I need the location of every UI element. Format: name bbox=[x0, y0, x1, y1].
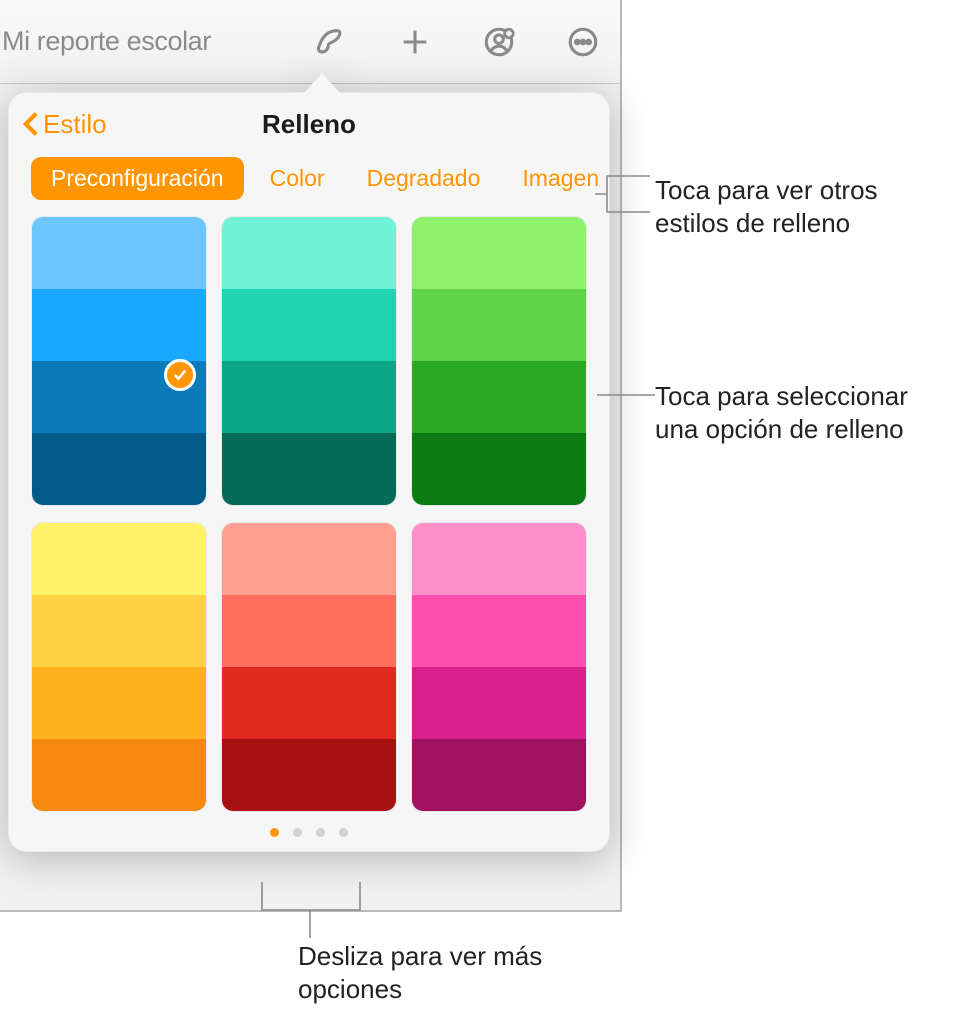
color-preset-card[interactable] bbox=[411, 216, 587, 506]
selected-check-icon bbox=[164, 359, 196, 391]
color-swatch[interactable] bbox=[32, 667, 206, 739]
format-brush-icon[interactable] bbox=[314, 25, 348, 59]
color-swatch[interactable] bbox=[222, 217, 396, 289]
color-swatch[interactable] bbox=[32, 523, 206, 595]
color-preset-card[interactable] bbox=[221, 216, 397, 506]
color-swatch[interactable] bbox=[222, 289, 396, 361]
color-swatch[interactable] bbox=[412, 289, 586, 361]
color-swatch[interactable] bbox=[412, 667, 586, 739]
page-dot[interactable] bbox=[270, 828, 279, 837]
tab-preset[interactable]: Preconfiguración bbox=[31, 157, 244, 200]
color-swatch[interactable] bbox=[222, 523, 396, 595]
color-swatch[interactable] bbox=[32, 217, 206, 289]
fill-popover: Estilo Relleno Preconfiguración Color De… bbox=[8, 92, 610, 852]
more-icon[interactable] bbox=[566, 25, 600, 59]
color-swatch[interactable] bbox=[32, 289, 206, 361]
page-indicator[interactable] bbox=[9, 828, 609, 837]
color-swatch[interactable] bbox=[412, 217, 586, 289]
color-swatch[interactable] bbox=[412, 739, 586, 811]
color-swatch[interactable] bbox=[222, 361, 396, 433]
color-swatch[interactable] bbox=[32, 595, 206, 667]
popover-arrow bbox=[304, 73, 340, 93]
callout-swatch: Toca para seleccionar una opción de rell… bbox=[655, 380, 955, 447]
color-swatch[interactable] bbox=[222, 433, 396, 505]
fill-type-tabs: Preconfiguración Color Degradado Imagen bbox=[9, 155, 609, 216]
app-toolbar: Mi reporte escolar bbox=[0, 0, 620, 84]
color-preset-card[interactable] bbox=[31, 216, 207, 506]
add-icon[interactable] bbox=[398, 25, 432, 59]
callout-tabs: Toca para ver otros estilos de relleno bbox=[655, 174, 945, 241]
color-swatch[interactable] bbox=[222, 739, 396, 811]
color-swatch[interactable] bbox=[32, 433, 206, 505]
page-dot[interactable] bbox=[339, 828, 348, 837]
tab-color[interactable]: Color bbox=[254, 157, 341, 200]
callout-swipe: Desliza para ver más opciones bbox=[298, 940, 578, 1007]
color-swatch[interactable] bbox=[412, 433, 586, 505]
color-swatch[interactable] bbox=[222, 667, 396, 739]
page-dot[interactable] bbox=[293, 828, 302, 837]
color-preset-card[interactable] bbox=[31, 522, 207, 812]
popover-title: Relleno bbox=[9, 109, 609, 140]
color-swatch[interactable] bbox=[412, 595, 586, 667]
color-preset-card[interactable] bbox=[411, 522, 587, 812]
color-swatch[interactable] bbox=[222, 595, 396, 667]
document-title: Mi reporte escolar bbox=[2, 26, 211, 57]
color-preset-card[interactable] bbox=[221, 522, 397, 812]
color-swatch[interactable] bbox=[412, 523, 586, 595]
tab-gradient[interactable]: Degradado bbox=[351, 157, 497, 200]
collaborate-icon[interactable] bbox=[482, 25, 516, 59]
color-swatch[interactable] bbox=[412, 361, 586, 433]
page-dot[interactable] bbox=[316, 828, 325, 837]
color-swatch[interactable] bbox=[32, 739, 206, 811]
